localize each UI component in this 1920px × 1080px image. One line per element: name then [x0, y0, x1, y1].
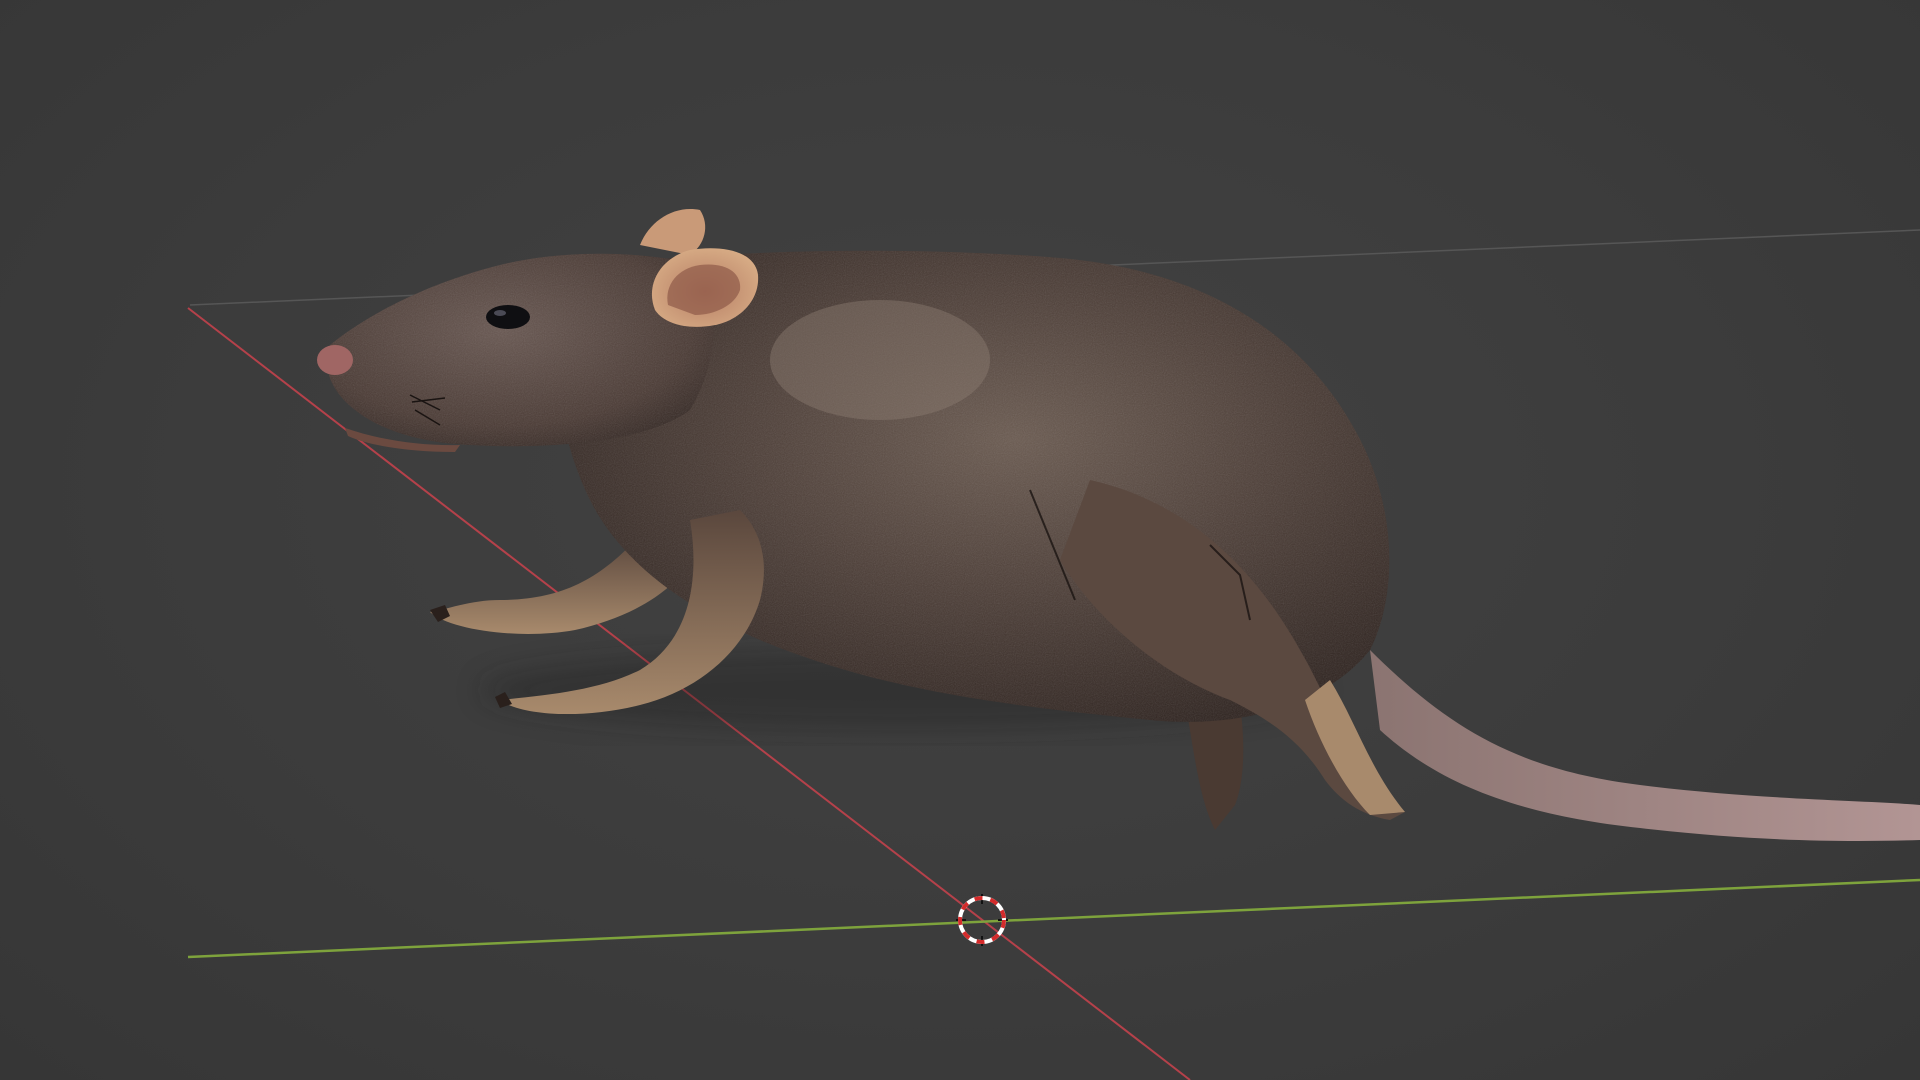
rat-model[interactable]: [317, 209, 1920, 841]
y-axis-line: [187, 878, 1920, 959]
3d-viewport[interactable]: [0, 0, 1920, 1080]
rat-ear-back: [640, 209, 706, 255]
rat-tail: [1370, 650, 1920, 841]
rat-nose: [317, 345, 353, 375]
viewport-scene[interactable]: [0, 0, 1920, 1080]
rat-eye: [486, 305, 530, 329]
rat-fur-highlight: [770, 300, 990, 420]
